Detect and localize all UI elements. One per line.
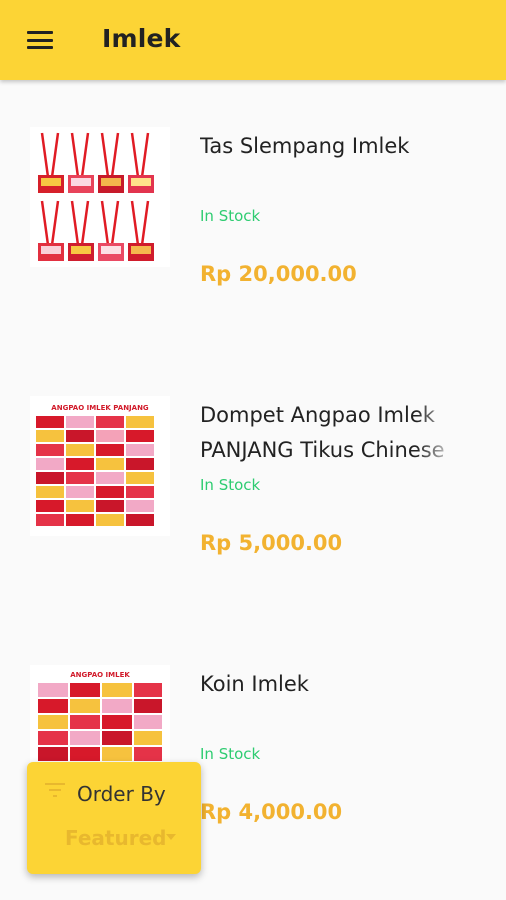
app-bar: Imlek — [0, 0, 506, 80]
menu-button[interactable] — [16, 22, 64, 58]
product-price: Rp 20,000.00 — [200, 262, 357, 286]
chevron-down-icon — [166, 834, 176, 840]
product-item[interactable]: ANGPAO IMLEK PANJANG Dompet Angpao Imlek… — [0, 396, 506, 664]
image-caption: ANGPAO IMLEK PANJANG — [51, 404, 149, 412]
hamburger-menu-icon — [27, 31, 53, 49]
product-name[interactable]: Dompet Angpao Imlek PANJANG Tikus Chines… — [200, 398, 458, 468]
stock-status: In Stock — [200, 207, 261, 225]
order-by-selected[interactable]: Featured — [65, 826, 166, 850]
red-envelopes-image: ANGPAO IMLEK PANJANG — [30, 396, 170, 536]
product-name[interactable]: Koin Imlek — [200, 667, 458, 702]
stock-status: In Stock — [200, 476, 261, 494]
order-by-button[interactable]: Order By Featured — [27, 762, 201, 874]
product-image[interactable]: ANGPAO IMLEK PANJANG — [30, 396, 170, 536]
image-caption: ANGPAO IMLEK — [70, 671, 130, 679]
product-price: Rp 4,000.00 — [200, 800, 343, 824]
lanyard-pouches-image — [30, 127, 170, 267]
product-item[interactable]: Tas Slempang Imlek In Stock Rp 20,000.00 — [0, 127, 506, 395]
page-title: Imlek — [102, 24, 181, 53]
filter-icon — [45, 783, 65, 797]
product-name[interactable]: Tas Slempang Imlek — [200, 129, 458, 164]
stock-status: In Stock — [200, 745, 261, 763]
product-price: Rp 5,000.00 — [200, 531, 343, 555]
product-image[interactable] — [30, 127, 170, 267]
order-by-label: Order By — [77, 782, 166, 806]
